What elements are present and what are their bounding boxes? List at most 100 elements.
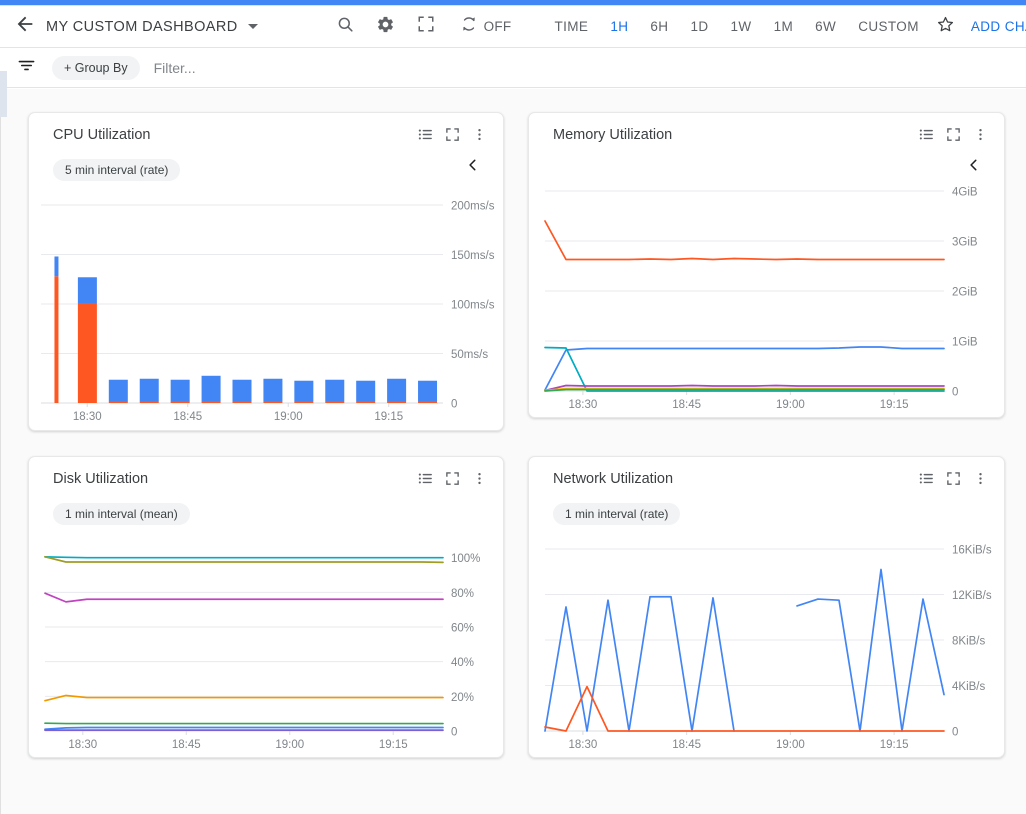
card-menu-button[interactable] (969, 126, 991, 148)
chart-card-disk[interactable]: Disk Utilization (28, 456, 504, 758)
card-actions-disk (414, 470, 490, 492)
filter-list-button[interactable] (13, 55, 39, 81)
expand-button[interactable] (441, 126, 463, 148)
svg-text:0: 0 (952, 727, 958, 739)
svg-text:8KiB/s: 8KiB/s (952, 636, 985, 648)
chart-card-memory[interactable]: Memory Utilization (528, 112, 1005, 418)
more-vert-icon (472, 471, 487, 491)
svg-text:100ms/s: 100ms/s (451, 300, 495, 312)
legend-button[interactable] (915, 126, 937, 148)
page-title: MY CUSTOM DASHBOARD (46, 19, 238, 35)
auto-refresh-label: OFF (484, 19, 512, 34)
time-range-group: TIME 1H 6H 1D 1W 1M 6W CUSTOM (543, 11, 929, 42)
svg-text:20%: 20% (451, 692, 474, 704)
svg-text:16KiB/s: 16KiB/s (952, 545, 992, 557)
favorite-button[interactable] (936, 9, 955, 45)
fullscreen-icon (417, 15, 435, 38)
card-menu-button[interactable] (468, 126, 490, 148)
more-vert-icon (973, 471, 988, 491)
svg-text:19:00: 19:00 (776, 739, 805, 751)
collapse-button-memory[interactable] (964, 157, 984, 177)
legend-list-icon (417, 470, 434, 492)
svg-text:3GiB: 3GiB (952, 237, 978, 249)
svg-text:18:45: 18:45 (672, 399, 701, 411)
svg-text:19:00: 19:00 (275, 739, 304, 751)
card-title-cpu: CPU Utilization (53, 127, 151, 143)
svg-text:80%: 80% (451, 588, 474, 600)
chart-card-cpu[interactable]: CPU Utilization (28, 112, 504, 431)
auto-refresh-toggle[interactable]: OFF (460, 15, 512, 38)
svg-text:1GiB: 1GiB (952, 337, 978, 349)
legend-button[interactable] (915, 470, 937, 492)
card-title-memory: Memory Utilization (553, 127, 672, 143)
interval-chip-disk[interactable]: 1 min interval (mean) (53, 503, 190, 525)
search-button[interactable] (326, 7, 366, 47)
svg-text:19:15: 19:15 (379, 739, 408, 751)
svg-text:0: 0 (451, 399, 457, 411)
card-actions-network (915, 470, 991, 492)
svg-text:18:30: 18:30 (569, 399, 598, 411)
range-1h[interactable]: 1H (599, 11, 639, 42)
range-1d[interactable]: 1D (679, 11, 719, 42)
expand-button[interactable] (942, 470, 964, 492)
svg-text:19:15: 19:15 (374, 411, 403, 423)
svg-text:18:45: 18:45 (172, 739, 201, 751)
range-6w[interactable]: 6W (804, 11, 847, 42)
svg-text:18:45: 18:45 (173, 411, 202, 423)
legend-list-icon (918, 126, 935, 148)
chart-plot-network: 04KiB/s8KiB/s12KiB/s16KiB/s18:3018:4519:… (529, 535, 1006, 759)
fullscreen-button[interactable] (406, 7, 446, 47)
legend-button[interactable] (414, 470, 436, 492)
group-by-chip[interactable]: + Group By (52, 56, 140, 80)
add-chart-button[interactable]: ADD CHART (961, 11, 1026, 42)
card-actions-memory (915, 126, 991, 148)
collapse-button-cpu[interactable] (463, 157, 483, 177)
gear-icon (376, 15, 395, 39)
card-title-disk: Disk Utilization (53, 471, 148, 487)
chevron-left-icon (466, 158, 480, 177)
svg-text:4KiB/s: 4KiB/s (952, 681, 985, 693)
svg-text:19:00: 19:00 (274, 411, 303, 423)
svg-text:2GiB: 2GiB (952, 287, 978, 299)
svg-text:18:30: 18:30 (68, 739, 97, 751)
chart-plot-disk: 020%40%60%80%100%18:3018:4519:0019:15 (29, 535, 505, 759)
svg-text:18:45: 18:45 (672, 739, 701, 751)
expand-button[interactable] (441, 470, 463, 492)
expand-button[interactable] (942, 126, 964, 148)
range-6h[interactable]: 6H (639, 11, 679, 42)
chevron-down-icon[interactable] (248, 24, 258, 29)
svg-text:200ms/s: 200ms/s (451, 201, 495, 213)
expand-icon (445, 127, 460, 147)
expand-icon (946, 471, 961, 491)
svg-text:4GiB: 4GiB (952, 187, 978, 199)
filter-input[interactable]: Filter... (154, 60, 196, 76)
svg-text:100%: 100% (451, 553, 480, 565)
interval-chip-network[interactable]: 1 min interval (rate) (553, 503, 680, 525)
card-menu-button[interactable] (468, 470, 490, 492)
search-icon (336, 15, 355, 39)
more-vert-icon (472, 127, 487, 147)
svg-text:18:30: 18:30 (73, 411, 102, 423)
main-toolbar: MY CUSTOM DASHBOARD (0, 6, 1026, 48)
legend-list-icon (417, 126, 434, 148)
interval-chip-cpu[interactable]: 5 min interval (rate) (53, 159, 180, 181)
svg-text:40%: 40% (451, 657, 474, 669)
svg-text:19:00: 19:00 (776, 399, 805, 411)
range-1m[interactable]: 1M (763, 11, 805, 42)
card-menu-button[interactable] (969, 470, 991, 492)
more-vert-icon (973, 127, 988, 147)
svg-text:19:15: 19:15 (880, 399, 909, 411)
settings-button[interactable] (366, 7, 406, 47)
arrow-back-icon (14, 13, 36, 40)
svg-text:0: 0 (952, 387, 958, 399)
back-button[interactable] (14, 7, 36, 47)
range-custom[interactable]: CUSTOM (847, 11, 930, 42)
toolbar-icon-group: OFF (326, 7, 512, 47)
collapsed-sidebar-sliver[interactable] (0, 71, 7, 117)
filter-list-icon (17, 56, 36, 80)
chart-card-network[interactable]: Network Utilization (528, 456, 1005, 758)
time-label: TIME (543, 11, 599, 42)
star-outline-icon (936, 15, 955, 39)
range-1w[interactable]: 1W (720, 11, 763, 42)
legend-button[interactable] (414, 126, 436, 148)
